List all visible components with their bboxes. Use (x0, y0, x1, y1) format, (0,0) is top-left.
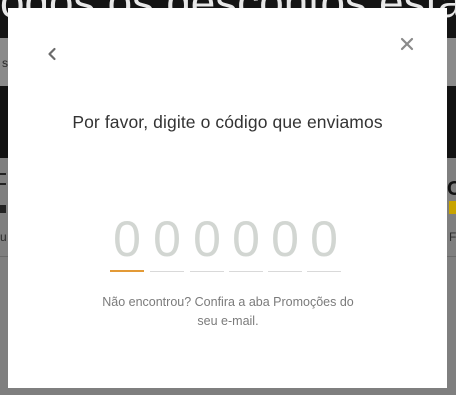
code-digit-underline (190, 271, 224, 272)
modal-title: Por favor, digite o código que enviamos (72, 112, 383, 132)
code-digit-placeholder: 0 (232, 211, 260, 267)
background-right-logo: C (447, 178, 456, 200)
page: odos os descontos estão aqui s u C F Por… (0, 0, 456, 395)
background-right-badge (449, 201, 456, 214)
code-digit-placeholder: 0 (113, 211, 141, 267)
background-left-text: u (0, 230, 7, 244)
code-digit-underline-active (110, 270, 144, 272)
back-button[interactable] (42, 40, 66, 68)
hint-line-2: seu e-mail. (197, 314, 259, 328)
code-digit-placeholder: 0 (310, 211, 338, 267)
code-digit-underline (229, 271, 263, 272)
code-digit-placeholder: 0 (193, 211, 221, 267)
code-digit-underline (268, 271, 302, 272)
hint-text: Não encontrou? Confira a aba Promoções d… (78, 293, 378, 331)
code-digit-input-4[interactable]: 0 (229, 210, 263, 272)
hint-line-1: Não encontrou? Confira a aba Promoções d… (102, 295, 354, 309)
code-digit-input-6[interactable]: 0 (307, 210, 341, 272)
code-digit-underline (307, 271, 341, 272)
verification-code-modal: Por favor, digite o código que enviamos … (8, 8, 447, 388)
background-menu-icon (0, 173, 6, 185)
chevron-left-icon (48, 47, 56, 61)
code-digit-underline (150, 271, 184, 272)
background-right-text: F (449, 230, 456, 244)
code-digit-input-3[interactable]: 0 (190, 210, 224, 272)
code-digit-input-2[interactable]: 0 (150, 210, 184, 272)
background-card-icon (0, 205, 6, 213)
close-icon (400, 37, 414, 51)
code-input-group[interactable]: 0 0 0 0 0 0 (110, 210, 344, 274)
close-button[interactable] (395, 33, 419, 57)
code-digit-placeholder: 0 (153, 211, 181, 267)
code-digit-placeholder: 0 (271, 211, 299, 267)
code-digit-input-5[interactable]: 0 (268, 210, 302, 272)
code-digit-input-1[interactable]: 0 (110, 210, 144, 272)
